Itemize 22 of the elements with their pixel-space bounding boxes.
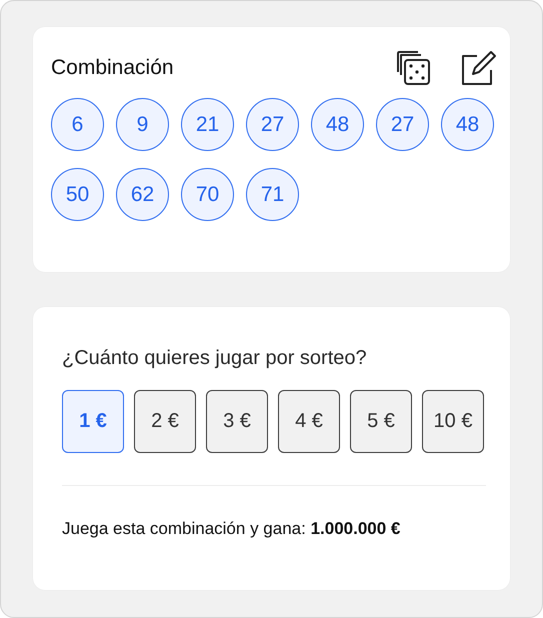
stake-option[interactable]: 1 € (62, 390, 124, 453)
stake-option[interactable]: 2 € (134, 390, 196, 453)
number-ball: 6 (51, 98, 104, 151)
card-title: Combinación (51, 56, 175, 80)
stake-option[interactable]: 4 € (278, 390, 340, 453)
number-ball: 50 (51, 168, 104, 221)
number-ball: 48 (441, 98, 494, 151)
number-ball: 21 (181, 98, 234, 151)
number-ball: 27 (376, 98, 429, 151)
edit-icon[interactable] (460, 49, 498, 87)
number-ball: 27 (246, 98, 299, 151)
prize-text: Juega esta combinación y gana: 1.000.000 € (62, 519, 402, 539)
stake-option[interactable]: 5 € (350, 390, 412, 453)
number-ball: 9 (116, 98, 169, 151)
stake-option[interactable]: 3 € (206, 390, 268, 453)
number-ball: 71 (246, 168, 299, 221)
number-ball: 62 (116, 168, 169, 221)
stake-question: ¿Cuánto quieres jugar por sorteo? (62, 347, 368, 370)
number-ball: 48 (311, 98, 364, 151)
number-ball: 70 (181, 168, 234, 221)
stake-option[interactable]: 10 € (422, 390, 484, 453)
dice-icon[interactable] (394, 49, 432, 87)
